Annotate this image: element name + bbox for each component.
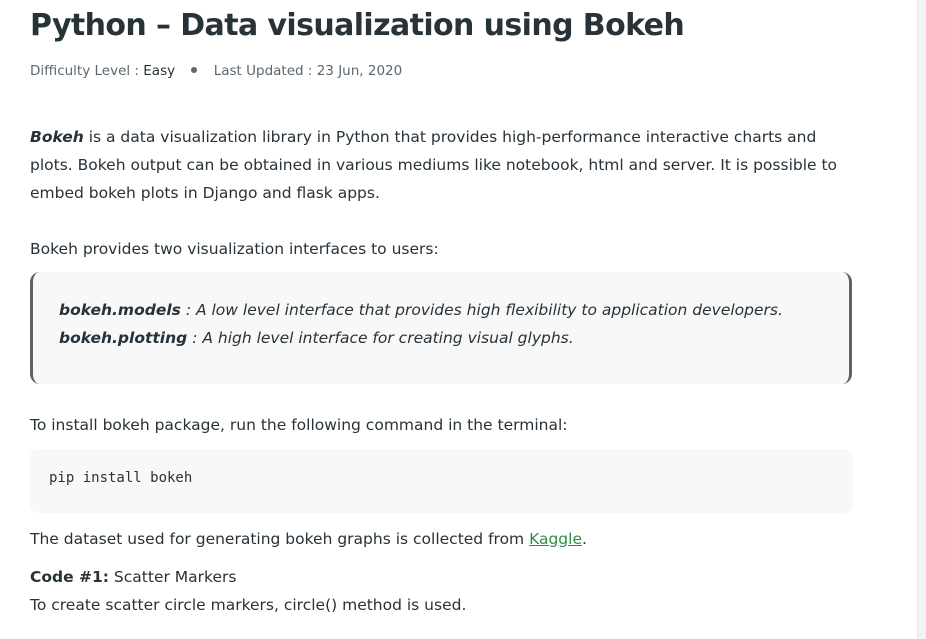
intro-text: is a data visualization library in Pytho… [30, 128, 838, 202]
dataset-text: The dataset used for generating bokeh gr… [30, 530, 530, 548]
interfaces-intro: Bokeh provides two visualization interfa… [30, 240, 439, 258]
separator-dot-icon [191, 67, 198, 73]
interface-name: bokeh.models [59, 301, 181, 319]
updated-label: Last Updated : [213, 63, 313, 79]
intro-bold-word: Bokeh [30, 128, 84, 146]
interface-item: bokeh.models : A low level interface tha… [59, 296, 849, 324]
dataset-suffix: . [582, 530, 587, 548]
code-heading-title: Scatter Markers [109, 568, 237, 586]
intro-paragraph: Bokeh is a data visualization library in… [30, 123, 860, 207]
code-description: To create scatter circle markers, circle… [30, 596, 467, 614]
code-heading: Code #1: Scatter Markers [30, 563, 860, 591]
difficulty-label: Difficulty Level : [30, 63, 139, 79]
dataset-paragraph: The dataset used for generating bokeh gr… [30, 525, 860, 553]
article-meta: Difficulty Level : Easy Last Updated : 2… [30, 63, 402, 79]
interface-desc: : A low level interface that provides hi… [180, 301, 783, 319]
install-code-block[interactable]: pip install bokeh [30, 449, 853, 513]
install-intro: To install bokeh package, run the follow… [30, 416, 568, 434]
interfaces-blockquote: bokeh.models : A low level interface tha… [30, 272, 852, 384]
difficulty-value[interactable]: Easy [143, 63, 175, 79]
interface-desc: : A high level interface for creating vi… [187, 329, 574, 347]
code-heading-label: Code #1: [30, 568, 109, 586]
interface-item: bokeh.plotting : A high level interface … [59, 324, 849, 352]
interface-name: bokeh.plotting [59, 329, 188, 347]
updated-value: 23 Jun, 2020 [316, 63, 403, 79]
kaggle-link[interactable]: Kaggle [529, 530, 582, 548]
page-title: Python – Data visualization using Bokeh [30, 8, 685, 43]
sidebar-divider [917, 0, 926, 639]
